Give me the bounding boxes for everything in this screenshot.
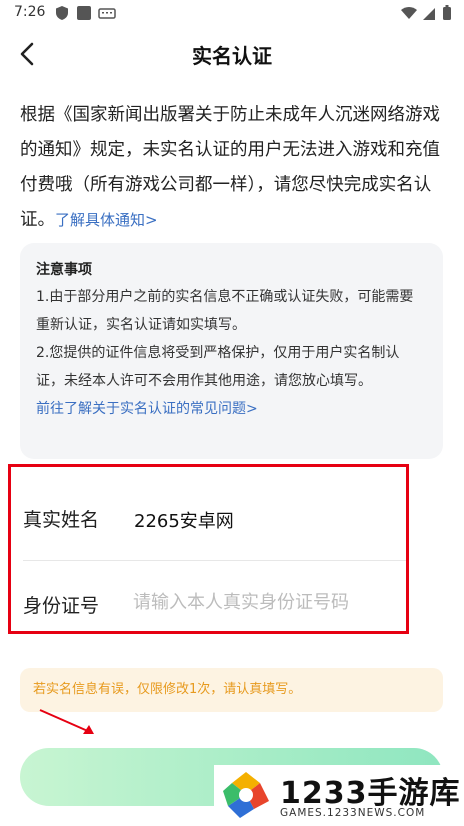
watermark-brand: 1233手游库 — [280, 776, 461, 811]
id-row: 身份证号 — [11, 563, 406, 643]
identity-form: 真实姓名 2265安卓网 身份证号 — [8, 464, 409, 634]
intro-paragraph: 根据《国家新闻出版署关于防止未成年人沉迷网络游戏的通知》规定，未实名认证的用户无… — [20, 98, 444, 238]
faq-link[interactable]: 前往了解关于实名认证的常见问题> — [36, 395, 427, 423]
notification-square-icon — [77, 6, 91, 20]
id-number-input[interactable] — [133, 581, 403, 623]
notice-item-2: 2.您提供的证件信息将受到严格保护，仅用于用户实名制认证，未经本人许可不会用作其… — [36, 345, 400, 389]
form-divider — [23, 560, 406, 561]
signal-icon — [423, 8, 435, 20]
watermark-logo-icon — [223, 772, 269, 818]
page-title: 实名认证 — [192, 44, 272, 68]
nav-bar: 实名认证 — [0, 26, 464, 82]
annotation-arrow-icon — [39, 709, 94, 734]
wifi-icon — [401, 7, 417, 19]
status-bar: 7:26 — [0, 0, 464, 26]
notice-detail-link[interactable]: 了解具体通知> — [55, 211, 158, 229]
keyboard-icon — [98, 8, 116, 19]
battery-icon — [443, 5, 451, 20]
watermark: 1233手游库 GAMES.1233NEWS.COM — [214, 765, 464, 826]
notice-title: 注意事项 — [36, 262, 92, 278]
notice-item-1: 1.由于部分用户之前的实名信息不正确或认证失败，可能需要重新认证，实名认证请如实… — [36, 289, 414, 333]
warning-text: 若实名信息有误，仅限修改1次，请认真填写。 — [33, 682, 302, 697]
shield-icon — [56, 6, 68, 20]
name-field[interactable]: 2265安卓网 — [134, 507, 234, 533]
status-time: 7:26 — [14, 4, 46, 20]
watermark-url: GAMES.1233NEWS.COM — [280, 807, 426, 819]
name-row: 真实姓名 2265安卓网 — [11, 477, 406, 557]
id-label: 身份证号 — [23, 595, 100, 617]
notice-card: 注意事项 1.由于部分用户之前的实名信息不正确或认证失败，可能需要重新认证，实名… — [20, 243, 443, 459]
name-label: 真实姓名 — [23, 509, 100, 531]
